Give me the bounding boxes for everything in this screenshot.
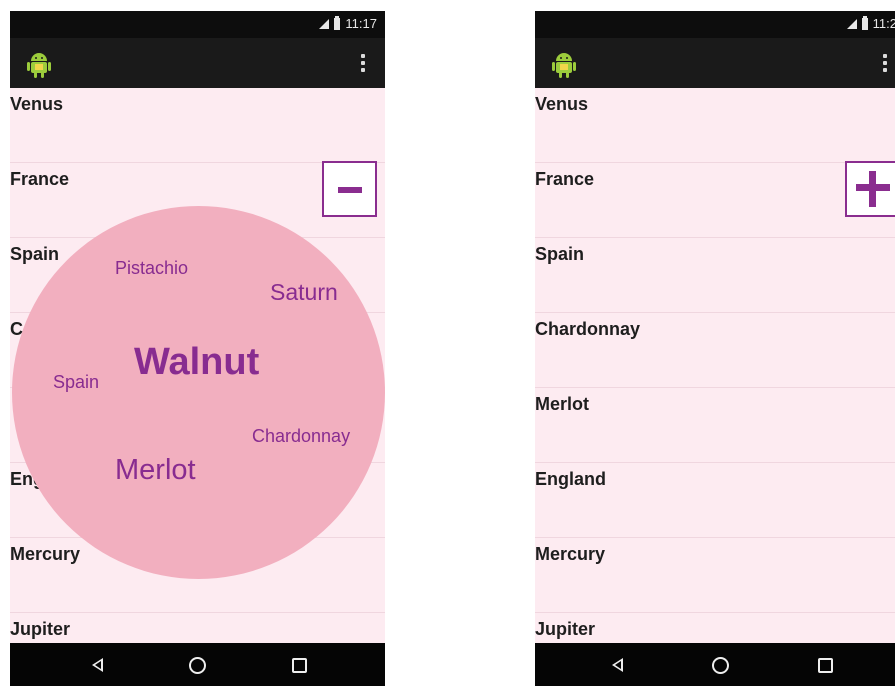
- list-item-label: Venus: [10, 94, 64, 114]
- action-bar: [535, 38, 895, 88]
- signal-icon: [846, 18, 857, 29]
- word-cloud-word[interactable]: Spain: [53, 372, 99, 393]
- list-item-label: Mercury: [535, 544, 606, 564]
- signal-icon: [319, 18, 330, 29]
- word-cloud-word[interactable]: Pistachio: [115, 258, 188, 279]
- minus-icon: [338, 187, 362, 193]
- status-time: 11:2: [872, 16, 895, 31]
- recents-icon[interactable]: [818, 658, 833, 673]
- list-item[interactable]: Chardonnay: [535, 313, 895, 388]
- list-item[interactable]: Venus: [535, 88, 895, 163]
- list-item[interactable]: England: [535, 463, 895, 538]
- list-item-label: Jupiter: [535, 619, 596, 639]
- list-item[interactable]: Merlot: [535, 388, 895, 463]
- list-item[interactable]: Venus: [10, 88, 385, 163]
- list-item-label: Merlot: [535, 394, 589, 414]
- zoom-in-button[interactable]: [845, 161, 895, 217]
- word-cloud-bubble[interactable]: Pistachio Saturn Walnut Spain Chardonnay…: [12, 206, 385, 579]
- list-item-label: Venus: [535, 94, 589, 114]
- overflow-menu-icon[interactable]: [361, 54, 365, 72]
- word-cloud-highlighted-word[interactable]: Walnut: [134, 341, 259, 384]
- word-cloud-word[interactable]: Chardonnay: [252, 426, 350, 447]
- recents-icon[interactable]: [292, 658, 307, 673]
- android-icon[interactable]: [27, 52, 51, 78]
- list-item[interactable]: France: [535, 163, 895, 238]
- status-time: 11:17: [345, 16, 377, 31]
- list-item-label: Jupiter: [10, 619, 71, 639]
- plus-icon: [869, 171, 876, 207]
- navigation-bar: [535, 643, 895, 686]
- list-item-label: Spain: [535, 244, 585, 264]
- item-list: Venus France Spain Chardonnay Merlot Eng…: [535, 88, 895, 686]
- list-item[interactable]: Spain: [535, 238, 895, 313]
- word-cloud-word[interactable]: Merlot: [115, 454, 196, 487]
- overflow-menu-icon[interactable]: [883, 54, 887, 72]
- home-icon[interactable]: [712, 657, 729, 674]
- list-item-label: Chardonnay: [535, 319, 641, 339]
- back-icon[interactable]: [612, 658, 623, 672]
- phone-screen-right: 11:2 Venus France Spain Chardonnay Merlo…: [535, 11, 895, 686]
- phone-screen-left: 11:17 Venus France Spain C Eng Mercury J…: [10, 11, 385, 686]
- status-bar: 11:17: [10, 11, 385, 38]
- status-icons: 11:17: [319, 15, 377, 31]
- battery-icon: [861, 15, 868, 30]
- zoom-out-button[interactable]: [322, 161, 377, 217]
- list-item-label: France: [535, 169, 595, 189]
- android-icon[interactable]: [552, 52, 576, 78]
- list-item-label: England: [535, 469, 606, 489]
- list-item-label: Mercury: [10, 544, 81, 564]
- battery-icon: [334, 15, 341, 30]
- list-item-label: Spain: [10, 244, 60, 264]
- navigation-bar: [10, 643, 385, 686]
- list-item-label: France: [10, 169, 70, 189]
- status-icons: 11:2: [846, 15, 895, 31]
- status-bar: 11:2: [535, 11, 895, 38]
- word-cloud-word[interactable]: Saturn: [270, 279, 338, 306]
- action-bar: [10, 38, 385, 88]
- list-item[interactable]: Mercury: [535, 538, 895, 613]
- home-icon[interactable]: [189, 657, 206, 674]
- back-icon[interactable]: [92, 658, 103, 672]
